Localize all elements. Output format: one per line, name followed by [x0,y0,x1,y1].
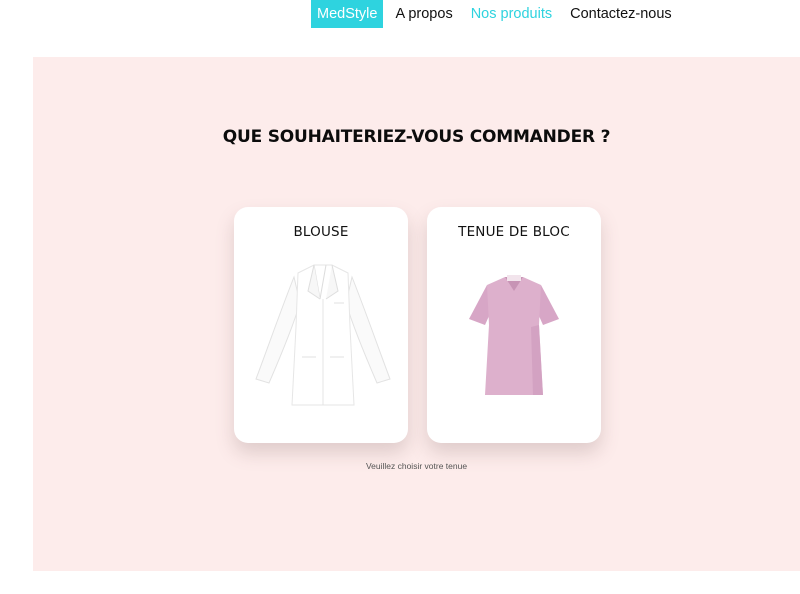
brand-logo-link[interactable]: MedStyle [311,0,384,28]
page-question-heading: QUE SOUHAITERIEZ-VOUS COMMANDER ? [222,127,611,147]
product-choice-section: QUE SOUHAITERIEZ-VOUS COMMANDER ? BLOUSE… [33,57,800,571]
nav-link-a-propos[interactable]: A propos [389,0,458,28]
white-lab-coat-icon [255,264,391,406]
top-navigation: MedStyle A propos Nos produits Contactez… [311,0,684,28]
card-blouse[interactable]: BLOUSE [234,207,408,443]
choice-hint-text: Veuillez choisir votre tenue [365,461,468,471]
pink-scrub-top-icon [469,275,559,395]
nav-link-nos-produits[interactable]: Nos produits [465,0,558,28]
card-tenue-de-bloc[interactable]: TENUE DE BLOC [427,207,601,443]
nav-link-contactez-nous[interactable]: Contactez-nous [564,0,678,28]
